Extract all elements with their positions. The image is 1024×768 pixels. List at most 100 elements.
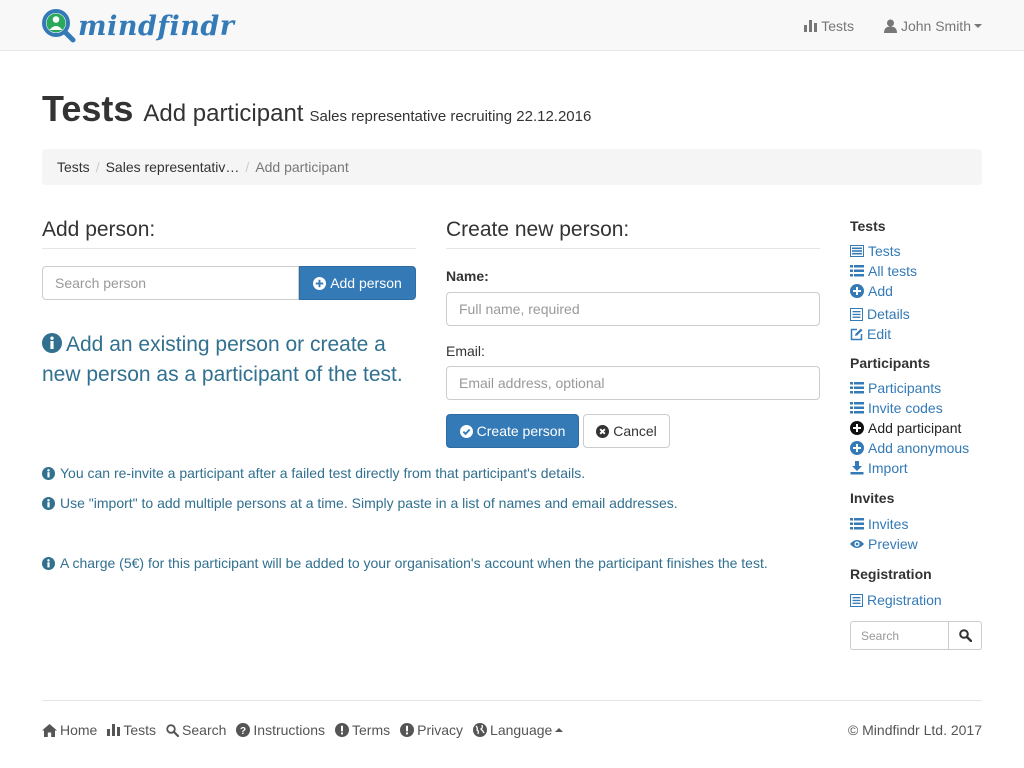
email-address-input[interactable] <box>446 366 820 400</box>
brand-logo[interactable]: mindfindr <box>42 9 234 43</box>
breadcrumb-current: Add participant <box>255 159 349 175</box>
cancel-button[interactable]: Cancel <box>583 414 670 448</box>
sidebar-item-add-anonymous[interactable]: Add anonymous <box>850 438 982 458</box>
cancel-label: Cancel <box>613 423 657 439</box>
sidebar-item-label: Tests <box>868 243 901 259</box>
footer-link-label: Instructions <box>253 722 325 738</box>
footer-tests-link[interactable]: Tests <box>107 722 156 738</box>
footer-terms-link[interactable]: Terms <box>335 722 390 738</box>
plus-circle-icon <box>313 276 330 290</box>
sidebar-item-participants[interactable]: Participants <box>850 378 982 398</box>
sidebar-item-registration[interactable]: Registration <box>850 590 982 610</box>
close-circle-icon <box>596 424 613 438</box>
sidebar-item-label: All tests <box>868 263 918 279</box>
document-icon <box>850 307 867 321</box>
full-name-input[interactable] <box>446 292 820 326</box>
info-circle-icon <box>42 556 60 570</box>
add-person-info-text: Add an existing person or create a new p… <box>42 333 403 386</box>
info-circle-icon <box>42 496 60 510</box>
info-circle-icon <box>42 333 62 353</box>
footer-link-label: Home <box>60 722 98 738</box>
magnifier-person-icon <box>42 9 76 43</box>
page-title-test-name: Sales representative recruiting 22.12.20… <box>309 108 592 125</box>
sidebar-item-label: Add participant <box>868 420 962 436</box>
edit-icon <box>850 328 867 341</box>
footer-link-label: Search <box>182 722 227 738</box>
create-person-label: Create person <box>476 423 566 439</box>
list-alt-icon <box>850 245 868 257</box>
sidebar-item-tests[interactable]: Tests <box>850 241 982 261</box>
add-person-group: Add person <box>42 266 416 300</box>
note-reinvite: You can re-invite a participant after a … <box>42 465 585 481</box>
footer-link-label: Language <box>490 722 553 738</box>
sidebar-item-label: Import <box>868 460 908 476</box>
sidebar-item-all-tests[interactable]: All tests <box>850 261 982 281</box>
footer-privacy-link[interactable]: Privacy <box>400 722 463 738</box>
footer-link-label: Privacy <box>417 722 464 738</box>
footer-divider <box>42 700 982 701</box>
note-text: A charge (5€) for this participant will … <box>60 555 768 571</box>
footer-search-link[interactable]: Search <box>166 722 226 738</box>
sidebar-item-add[interactable]: Add <box>850 281 982 301</box>
add-person-heading: Add person: <box>42 218 416 249</box>
search-icon <box>958 629 972 642</box>
note-text: You can re-invite a participant after a … <box>60 465 586 481</box>
list-icon <box>850 402 868 414</box>
sidebar-item-import[interactable]: Import <box>850 458 982 478</box>
footer-link-label: Terms <box>352 722 391 738</box>
search-person-input[interactable] <box>42 266 299 300</box>
top-navbar: mindfindr Tests John Smith <box>0 0 1024 51</box>
search-icon <box>166 723 182 737</box>
name-label: Name: <box>446 268 489 284</box>
sidebar-item-label: Add <box>868 283 893 299</box>
user-name: John Smith <box>900 17 971 34</box>
footer-home-link[interactable]: Home <box>42 722 97 738</box>
sidebar-heading-tests: Tests <box>850 218 886 234</box>
navbar-right: Tests John Smith <box>774 0 982 51</box>
create-person-button[interactable]: Create person <box>446 414 579 448</box>
sidebar-item-invites[interactable]: Invites <box>850 514 982 534</box>
sidebar-item-preview[interactable]: Preview <box>850 534 982 554</box>
sidebar-search-input[interactable] <box>850 621 949 650</box>
list-icon <box>850 518 868 530</box>
sidebar-search-button[interactable] <box>949 621 982 650</box>
note-import: Use "import" to add multiple persons at … <box>42 495 678 511</box>
sidebar-item-details[interactable]: Details <box>850 304 982 324</box>
sidebar-item-label: Invites <box>868 516 909 532</box>
plus-circle-icon <box>850 421 868 435</box>
plus-circle-icon <box>850 284 868 298</box>
breadcrumb-separator: / <box>95 159 100 175</box>
page-title: Tests Add participant Sales representati… <box>42 88 591 130</box>
page-title-subtitle: Add participant <box>143 100 304 127</box>
breadcrumb-test[interactable]: Sales representativ… <box>106 159 240 175</box>
email-label: Email: <box>446 343 485 359</box>
list-icon <box>850 382 868 394</box>
document-icon <box>850 593 867 607</box>
list-icon <box>850 265 868 277</box>
chevron-up-icon <box>555 728 564 732</box>
check-circle-icon <box>459 424 477 438</box>
footer-language-dropdown[interactable]: Language <box>473 722 564 738</box>
bar-chart-icon <box>107 724 123 736</box>
sidebar-nav: Tests Tests All tests Add Details Edit P… <box>850 216 982 610</box>
user-menu-dropdown[interactable]: John Smith <box>883 17 982 34</box>
footer-instructions-link[interactable]: ? Instructions <box>236 722 325 738</box>
add-person-button[interactable]: Add person <box>299 266 416 300</box>
add-person-info: Add an existing person or create a new p… <box>42 330 422 390</box>
sidebar-search <box>850 621 982 650</box>
add-person-label: Add person <box>330 275 402 291</box>
plus-circle-icon <box>850 441 868 455</box>
sidebar-item-label: Preview <box>868 536 918 552</box>
globe-icon <box>473 723 490 737</box>
sidebar-heading-participants: Participants <box>850 355 931 371</box>
info-circle-icon <box>42 466 60 480</box>
sidebar-item-invite-codes[interactable]: Invite codes <box>850 398 982 418</box>
breadcrumb-tests[interactable]: Tests <box>57 159 90 175</box>
footer-links: Home Tests Search ? Instructions Terms P… <box>42 722 573 738</box>
sidebar-item-add-participant[interactable]: Add participant <box>850 418 982 438</box>
sidebar-item-edit[interactable]: Edit <box>850 324 982 344</box>
sidebar-item-label: Registration <box>867 592 942 608</box>
svg-text:?: ? <box>240 726 246 737</box>
breadcrumb: Tests / Sales representativ… / Add parti… <box>42 149 982 185</box>
nav-tests-link[interactable]: Tests <box>804 18 854 34</box>
